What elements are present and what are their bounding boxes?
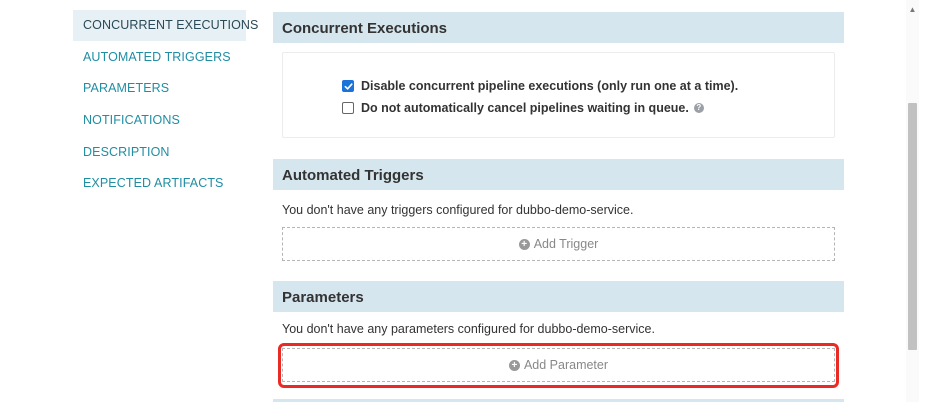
add-parameter-label: Add Parameter [523, 358, 609, 372]
check-icon [344, 82, 353, 90]
concurrent-executions-panel: Disable concurrent pipeline executions (… [282, 52, 835, 138]
scroll-up-icon[interactable]: ▲ [908, 5, 917, 15]
nav-item-automated-triggers[interactable]: AUTOMATED TRIGGERS [73, 42, 246, 73]
nav-item-expected-artifacts[interactable]: EXPECTED ARTIFACTS [73, 168, 246, 199]
triggers-empty-text: You don't have any triggers configured f… [282, 203, 634, 217]
automated-triggers-header: Automated Triggers [273, 159, 844, 190]
disable-concurrent-checkbox[interactable] [342, 80, 354, 92]
disable-concurrent-row[interactable]: Disable concurrent pipeline executions (… [342, 79, 738, 93]
no-cancel-row[interactable]: Do not automatically cancel pipelines wa… [342, 101, 704, 115]
plus-circle-icon: + [508, 359, 520, 371]
nav-item-parameters[interactable]: PARAMETERS [73, 73, 246, 104]
disable-concurrent-label: Disable concurrent pipeline executions (… [361, 79, 739, 93]
concurrent-executions-header: Concurrent Executions [273, 12, 844, 43]
nav-item-notifications[interactable]: NOTIFICATIONS [73, 105, 246, 136]
parameters-header: Parameters [273, 281, 844, 312]
scrollbar-thumb[interactable] [908, 103, 917, 350]
nav-item-concurrent-executions[interactable]: CONCURRENT EXECUTIONS [73, 10, 258, 41]
nav-item-description[interactable]: DESCRIPTION [73, 137, 246, 168]
parameters-empty-text: You don't have any parameters configured… [282, 322, 655, 336]
add-trigger-label: Add Trigger [533, 237, 599, 251]
help-icon[interactable]: ? [693, 103, 704, 113]
no-cancel-checkbox[interactable] [342, 102, 354, 114]
no-cancel-label: Do not automatically cancel pipelines wa… [361, 101, 689, 115]
left-nav: CONCURRENT EXECUTIONS AUTOMATED TRIGGERS… [0, 0, 260, 402]
plus-circle-icon: + [518, 238, 530, 250]
add-trigger-button[interactable]: + Add Trigger [282, 227, 835, 261]
add-parameter-button[interactable]: + Add Parameter [282, 348, 835, 382]
